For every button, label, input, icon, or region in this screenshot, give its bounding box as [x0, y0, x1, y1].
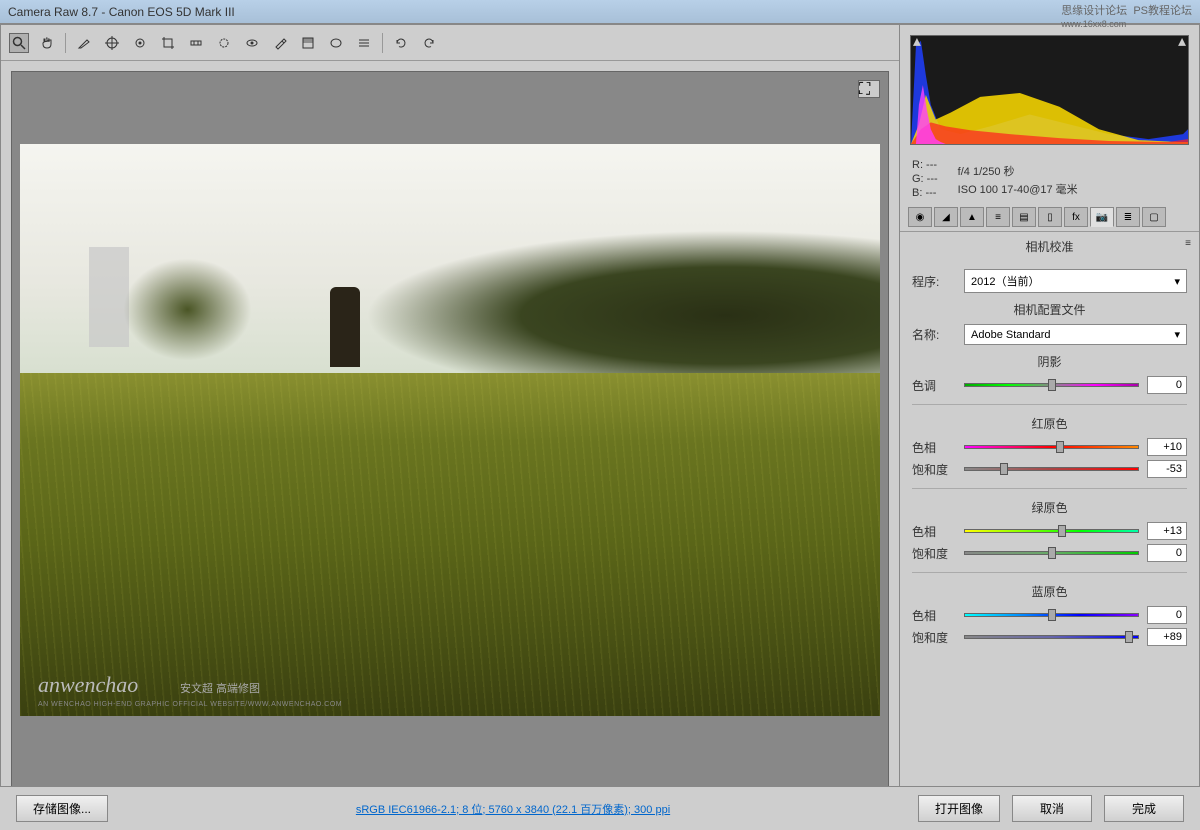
- tab-lens[interactable]: ▯: [1038, 207, 1062, 227]
- green-section-title: 绿原色: [912, 499, 1187, 516]
- red-sat-label: 饱和度: [912, 461, 956, 478]
- blue-sat-value[interactable]: [1147, 628, 1187, 646]
- panel-menu-icon[interactable]: ≡: [1185, 238, 1191, 249]
- image-watermark-sub: 安文超 高端修图: [180, 680, 260, 696]
- tab-fx[interactable]: fx: [1064, 207, 1088, 227]
- hand-tool[interactable]: [37, 33, 57, 53]
- exif-r: R: ---: [912, 159, 938, 171]
- adjustment-brush-tool[interactable]: [270, 33, 290, 53]
- green-sat-label: 饱和度: [912, 545, 956, 562]
- process-label: 程序:: [912, 273, 956, 290]
- red-section-title: 红原色: [912, 415, 1187, 432]
- straighten-tool[interactable]: [186, 33, 206, 53]
- blue-sat-slider[interactable]: [964, 630, 1139, 644]
- toolbar: [1, 25, 899, 61]
- tab-strip: ◉ ◢ ▲ ≡ ▤ ▯ fx 📷 ≣ ▢: [900, 203, 1199, 232]
- tab-split[interactable]: ▤: [1012, 207, 1036, 227]
- tab-detail[interactable]: ▲: [960, 207, 984, 227]
- green-hue-label: 色相: [912, 523, 956, 540]
- titlebar: Camera Raw 8.7 - Canon EOS 5D Mark III: [0, 0, 1200, 24]
- open-image-button[interactable]: 打开图像: [918, 795, 1000, 822]
- rotate-cw-tool[interactable]: [419, 33, 439, 53]
- main-container: ⛶ anwenchao 安文超 高端修图 AN WENCHAO HIGH-END…: [0, 24, 1200, 830]
- exif-g: G: ---: [912, 173, 938, 185]
- exif-iso-lens: ISO 100 17-40@17 毫米: [958, 181, 1078, 197]
- tab-basic[interactable]: ◉: [908, 207, 932, 227]
- radial-filter-tool[interactable]: [326, 33, 346, 53]
- profile-section-title: 相机配置文件: [912, 301, 1187, 318]
- blue-hue-label: 色相: [912, 607, 956, 624]
- footer: 存储图像... sRGB IEC61966-2.1; 8 位; 5760 x 3…: [0, 786, 1200, 830]
- settings-panel: 程序: 2012（当前）▾ 相机配置文件 名称: Adobe Standard▾…: [900, 261, 1199, 829]
- image-watermark-line: AN WENCHAO HIGH-END GRAPHIC OFFICIAL WEB…: [38, 701, 342, 708]
- exif-aperture-shutter: f/4 1/250 秒: [958, 163, 1078, 179]
- exif-b: B: ---: [912, 187, 938, 199]
- save-image-button[interactable]: 存储图像...: [16, 795, 108, 822]
- preferences-tool[interactable]: [354, 33, 374, 53]
- red-eye-tool[interactable]: [242, 33, 262, 53]
- page-watermark: 思缘设计论坛 PS教程论坛 www.16xx8.com: [1061, 2, 1192, 30]
- histogram[interactable]: [910, 35, 1189, 145]
- red-sat-value[interactable]: [1147, 460, 1187, 478]
- color-sampler-tool[interactable]: [102, 33, 122, 53]
- blue-sat-label: 饱和度: [912, 629, 956, 646]
- fullscreen-toggle[interactable]: ⛶: [858, 80, 880, 98]
- blue-hue-slider[interactable]: [964, 608, 1139, 622]
- red-hue-slider[interactable]: [964, 440, 1139, 454]
- image-watermark-main: anwenchao: [38, 672, 138, 698]
- workflow-options-link[interactable]: sRGB IEC61966-2.1; 8 位; 5760 x 3840 (22.…: [120, 801, 906, 817]
- green-sat-value[interactable]: [1147, 544, 1187, 562]
- zoom-tool[interactable]: [9, 33, 29, 53]
- green-hue-value[interactable]: [1147, 522, 1187, 540]
- right-panel: R: --- G: --- B: --- f/4 1/250 秒 ISO 100…: [900, 24, 1200, 830]
- tab-snapshots[interactable]: ▢: [1142, 207, 1166, 227]
- process-dropdown[interactable]: 2012（当前）▾: [964, 269, 1187, 293]
- targeted-adjustment-tool[interactable]: [130, 33, 150, 53]
- blue-hue-value[interactable]: [1147, 606, 1187, 624]
- crop-tool[interactable]: [158, 33, 178, 53]
- shadows-section-title: 阴影: [912, 353, 1187, 370]
- panel-title: 相机校准 ≡: [900, 232, 1199, 261]
- spot-removal-tool[interactable]: [214, 33, 234, 53]
- shadows-tint-value[interactable]: [1147, 376, 1187, 394]
- tab-hsl[interactable]: ≡: [986, 207, 1010, 227]
- cancel-button[interactable]: 取消: [1012, 795, 1092, 822]
- exif-info: R: --- G: --- B: --- f/4 1/250 秒 ISO 100…: [900, 155, 1199, 203]
- left-panel: ⛶ anwenchao 安文超 高端修图 AN WENCHAO HIGH-END…: [0, 24, 900, 830]
- shadows-tint-slider[interactable]: [964, 378, 1139, 392]
- tab-presets[interactable]: ≣: [1116, 207, 1140, 227]
- rotate-ccw-tool[interactable]: [391, 33, 411, 53]
- shadows-tint-label: 色调: [912, 377, 956, 394]
- profile-name-dropdown[interactable]: Adobe Standard▾: [964, 324, 1187, 345]
- chevron-down-icon: ▾: [1174, 328, 1180, 341]
- tab-curve[interactable]: ◢: [934, 207, 958, 227]
- green-sat-slider[interactable]: [964, 546, 1139, 560]
- red-sat-slider[interactable]: [964, 462, 1139, 476]
- red-hue-label: 色相: [912, 439, 956, 456]
- green-hue-slider[interactable]: [964, 524, 1139, 538]
- graduated-filter-tool[interactable]: [298, 33, 318, 53]
- chevron-down-icon: ▾: [1174, 275, 1180, 288]
- preview-area[interactable]: ⛶ anwenchao 安文超 高端修图 AN WENCHAO HIGH-END…: [11, 71, 889, 789]
- red-hue-value[interactable]: [1147, 438, 1187, 456]
- tab-camera-calibration[interactable]: 📷: [1090, 207, 1114, 227]
- blue-section-title: 蓝原色: [912, 583, 1187, 600]
- name-label: 名称:: [912, 326, 956, 343]
- white-balance-tool[interactable]: [74, 33, 94, 53]
- preview-image: anwenchao 安文超 高端修图 AN WENCHAO HIGH-END G…: [20, 144, 880, 716]
- titlebar-text: Camera Raw 8.7 - Canon EOS 5D Mark III: [8, 5, 235, 19]
- done-button[interactable]: 完成: [1104, 795, 1184, 822]
